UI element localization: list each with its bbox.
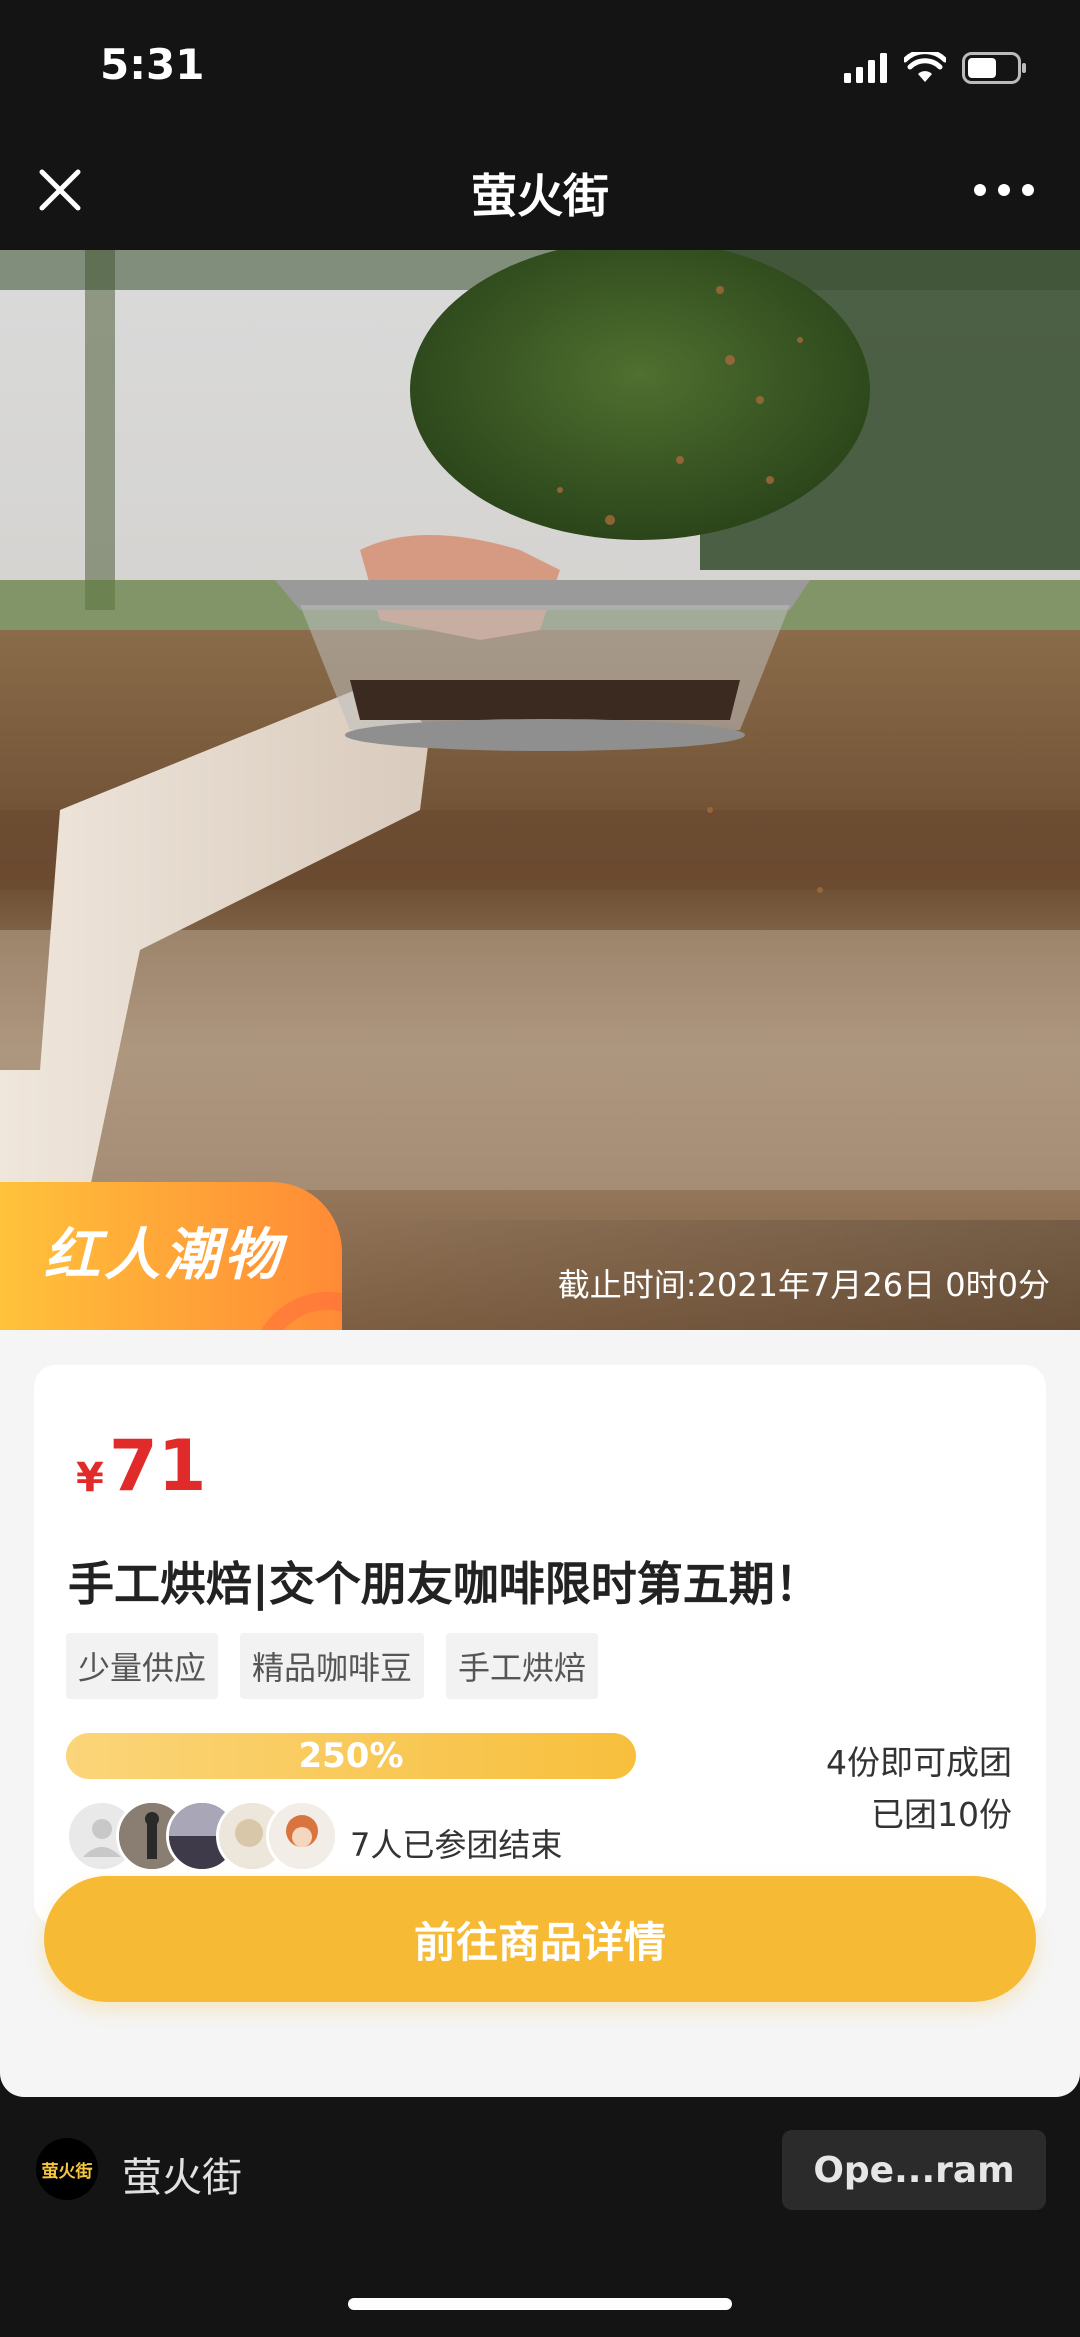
- tag: 精品咖啡豆: [240, 1633, 425, 1699]
- group-info: 4份即可成团 已团10份: [826, 1737, 1012, 1841]
- home-indicator[interactable]: [348, 2298, 732, 2310]
- badge-label: 红人潮物: [44, 1223, 284, 1288]
- product-card-sheet: 红人潮物 截止时间:2021年7月26日 0时0分 ¥ 71 手工烘焙|交个朋友…: [0, 250, 1080, 2097]
- status-icons: [844, 48, 1028, 88]
- battery-icon: [962, 52, 1026, 84]
- tag-list: 少量供应 精品咖啡豆 手工烘焙: [66, 1633, 599, 1699]
- tag: 少量供应: [66, 1633, 219, 1699]
- joined-text: 7人已参团结束: [350, 1826, 563, 1864]
- app-logo: 萤火街: [36, 2138, 98, 2200]
- product-title: 手工烘焙|交个朋友咖啡限时第五期！: [68, 1557, 821, 1611]
- hero-photo: [0, 250, 1080, 1330]
- open-in-app-button[interactable]: Ope...ram: [782, 2130, 1046, 2210]
- status-time: 5:31: [100, 40, 205, 89]
- hero-image: 红人潮物 截止时间:2021年7月26日 0时0分: [0, 250, 1080, 1330]
- signal-icon: [844, 53, 887, 83]
- wifi-icon: [904, 52, 946, 82]
- progress-label: 250%: [298, 1736, 404, 1776]
- currency-symbol: ¥: [76, 1455, 104, 1501]
- group-progress-bar: 250%: [66, 1733, 636, 1779]
- group-done-text: 已团10份: [871, 1795, 1012, 1834]
- nav-title: 萤火街: [471, 169, 609, 223]
- product-info-card: ¥ 71 手工烘焙|交个朋友咖啡限时第五期！ 少量供应 精品咖啡豆 手工烘焙 2…: [34, 1365, 1046, 1925]
- tag: 手工烘焙: [446, 1633, 599, 1699]
- category-badge: 红人潮物: [0, 1182, 342, 1330]
- avatar: [266, 1800, 338, 1872]
- go-to-product-button[interactable]: 前往商品详情: [44, 1876, 1036, 2002]
- badge-decoration: [250, 1292, 342, 1330]
- deadline-text: 截止时间:2021年7月26日 0时0分: [557, 1266, 1050, 1304]
- group-min-text: 4份即可成团: [826, 1743, 1012, 1782]
- price: 71: [109, 1425, 207, 1507]
- app-name: 萤火街: [122, 2155, 242, 2201]
- more-button[interactable]: [968, 168, 1040, 212]
- more-icon: [974, 184, 1034, 196]
- participant-avatars: [66, 1800, 366, 1872]
